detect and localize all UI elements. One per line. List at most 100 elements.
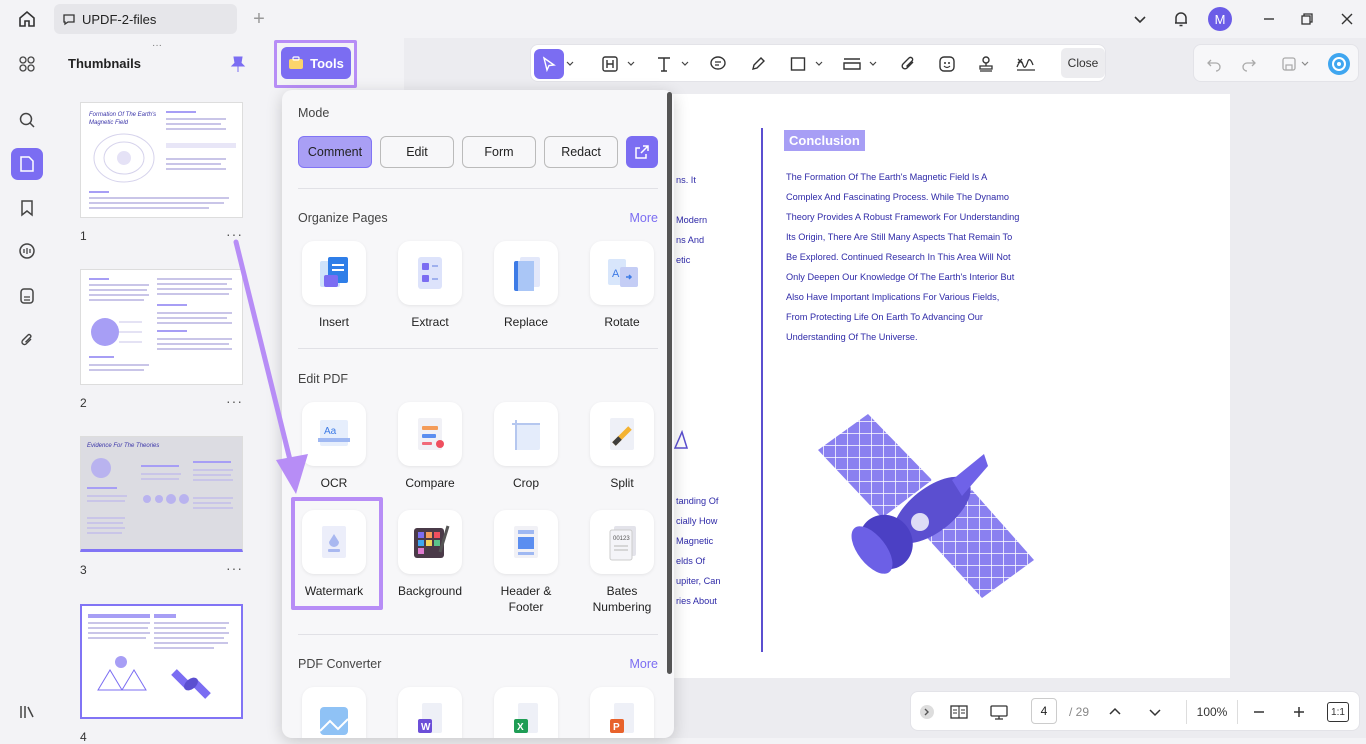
- doc-text-fragment: cially How: [676, 516, 718, 526]
- text-icon[interactable]: [649, 49, 679, 79]
- background-icon: [414, 525, 450, 558]
- rectangle-icon[interactable]: [783, 49, 813, 79]
- doc-text-fragment: Modern: [676, 215, 708, 225]
- extract-icon: [418, 257, 442, 289]
- callout-arrow: [233, 239, 308, 494]
- pin-icon[interactable]: [230, 55, 246, 73]
- bates-numbering-tool[interactable]: 00123: [590, 510, 654, 574]
- sticker-icon[interactable]: [932, 49, 962, 79]
- chevron-down-icon[interactable]: [624, 49, 638, 79]
- open-external-button[interactable]: [626, 136, 658, 168]
- undo-icon[interactable]: [1199, 49, 1229, 79]
- new-tab-icon[interactable]: +: [245, 5, 273, 33]
- page-number-input[interactable]: 4: [1031, 698, 1057, 724]
- chevron-down-icon[interactable]: [812, 49, 826, 79]
- pdf-to-image-tool[interactable]: [302, 687, 366, 738]
- mode-redact-button[interactable]: Redact: [544, 136, 618, 168]
- paperclip-icon[interactable]: [11, 324, 43, 356]
- bell-icon[interactable]: [1167, 5, 1195, 33]
- drag-handle[interactable]: ···: [152, 40, 162, 51]
- organize-more-link[interactable]: More: [630, 211, 658, 225]
- actual-size-button[interactable]: 1:1: [1327, 702, 1349, 722]
- page-thumbnail-2[interactable]: [80, 269, 243, 385]
- zoom-out-icon[interactable]: [1247, 700, 1271, 724]
- layers-icon[interactable]: [11, 696, 43, 728]
- converter-more-link[interactable]: More: [630, 657, 658, 671]
- highlight-icon[interactable]: [595, 49, 625, 79]
- document-tab[interactable]: UPDF-2-files: [54, 4, 237, 34]
- collapse-icon[interactable]: [919, 700, 935, 724]
- redo-icon[interactable]: [1234, 49, 1264, 79]
- chevron-down-icon[interactable]: [866, 49, 880, 79]
- page-number: 4: [80, 730, 87, 744]
- panel-scrollbar[interactable]: [667, 92, 672, 674]
- crop-tool[interactable]: [494, 402, 558, 466]
- select-cursor-icon[interactable]: [534, 49, 564, 79]
- avatar[interactable]: M: [1208, 7, 1232, 31]
- thumbnails-icon[interactable]: [11, 148, 43, 180]
- background-tool[interactable]: [398, 510, 462, 574]
- replace-tool[interactable]: [494, 241, 558, 305]
- bookmark-icon[interactable]: [11, 192, 43, 224]
- split-tool[interactable]: [590, 402, 654, 466]
- stamp-bar-icon[interactable]: [837, 49, 867, 79]
- rotate-tool[interactable]: A: [590, 241, 654, 305]
- home-icon[interactable]: [13, 5, 41, 33]
- mode-form-button[interactable]: Form: [462, 136, 536, 168]
- attachment-icon[interactable]: [893, 49, 923, 79]
- chevron-down-icon[interactable]: [678, 49, 692, 79]
- chevron-down-icon[interactable]: [1298, 49, 1312, 79]
- doc-text-line: Also Have Important Implications For Var…: [786, 292, 1000, 302]
- doc-text-line: Understanding Of The Universe.: [786, 332, 918, 342]
- pencil-icon[interactable]: [743, 49, 773, 79]
- zoom-in-icon[interactable]: [1287, 700, 1311, 724]
- thumbnail-illustration: [91, 458, 111, 478]
- doc-text-fragment: elds Of: [676, 556, 706, 566]
- search-icon[interactable]: [11, 104, 43, 136]
- annotation-toolbar: Close: [530, 44, 1106, 82]
- close-toolbar-button[interactable]: Close: [1061, 48, 1105, 78]
- doc-text-fragment: upiter, Can: [676, 576, 721, 586]
- pdf-to-excel-tool[interactable]: X: [494, 687, 558, 738]
- restore-icon[interactable]: [1293, 5, 1321, 33]
- chevron-down-icon[interactable]: [563, 49, 577, 79]
- comments-icon[interactable]: [11, 235, 43, 267]
- replace-icon: [514, 257, 540, 291]
- powerpoint-icon: P: [610, 703, 634, 733]
- page-total: / 29: [1068, 705, 1089, 719]
- stamp-icon[interactable]: [971, 49, 1001, 79]
- presentation-icon[interactable]: [987, 700, 1011, 724]
- compare-label: Compare: [405, 476, 455, 490]
- zoom-level[interactable]: 100%: [1186, 700, 1238, 724]
- note-icon[interactable]: [703, 49, 733, 79]
- extract-tool[interactable]: [398, 241, 462, 305]
- doc-text-line: Its Origin, There Are Still Many Aspects…: [786, 232, 1013, 242]
- compare-tool[interactable]: [398, 402, 462, 466]
- page-thumbnail-4[interactable]: [80, 604, 243, 719]
- minimize-icon[interactable]: [1255, 5, 1283, 33]
- page-thumbnail-3[interactable]: Evidence For The Theories: [80, 436, 243, 552]
- pdf-to-powerpoint-tool[interactable]: P: [590, 687, 654, 738]
- page-layout-icon[interactable]: [947, 700, 971, 724]
- apps-icon[interactable]: [11, 48, 43, 80]
- satellite-illustration: [818, 414, 1034, 598]
- attachments-panel-icon[interactable]: [11, 280, 43, 312]
- watermark-highlight-frame: [291, 497, 383, 610]
- close-window-icon[interactable]: [1333, 5, 1361, 33]
- mode-edit-button[interactable]: Edit: [380, 136, 454, 168]
- replace-label: Replace: [503, 315, 549, 329]
- header-footer-label: Header & Footer: [500, 584, 552, 614]
- previous-page-icon[interactable]: [1103, 700, 1127, 724]
- header-footer-tool[interactable]: [494, 510, 558, 574]
- ai-assistant-icon[interactable]: [1324, 49, 1354, 79]
- next-page-icon[interactable]: [1143, 700, 1167, 724]
- page-more-icon[interactable]: ···: [226, 560, 243, 576]
- tools-label: Tools: [310, 55, 344, 71]
- mode-comment-button[interactable]: Comment: [298, 136, 372, 168]
- chevron-down-icon[interactable]: [1126, 5, 1154, 33]
- bates-numbering-label: Bates Numbering: [592, 584, 652, 614]
- tools-button[interactable]: Tools: [281, 47, 351, 79]
- signature-icon[interactable]: [1011, 49, 1041, 79]
- page-thumbnail-1[interactable]: Formation Of The Earth's Magnetic Field: [80, 102, 243, 218]
- pdf-to-word-tool[interactable]: W: [398, 687, 462, 738]
